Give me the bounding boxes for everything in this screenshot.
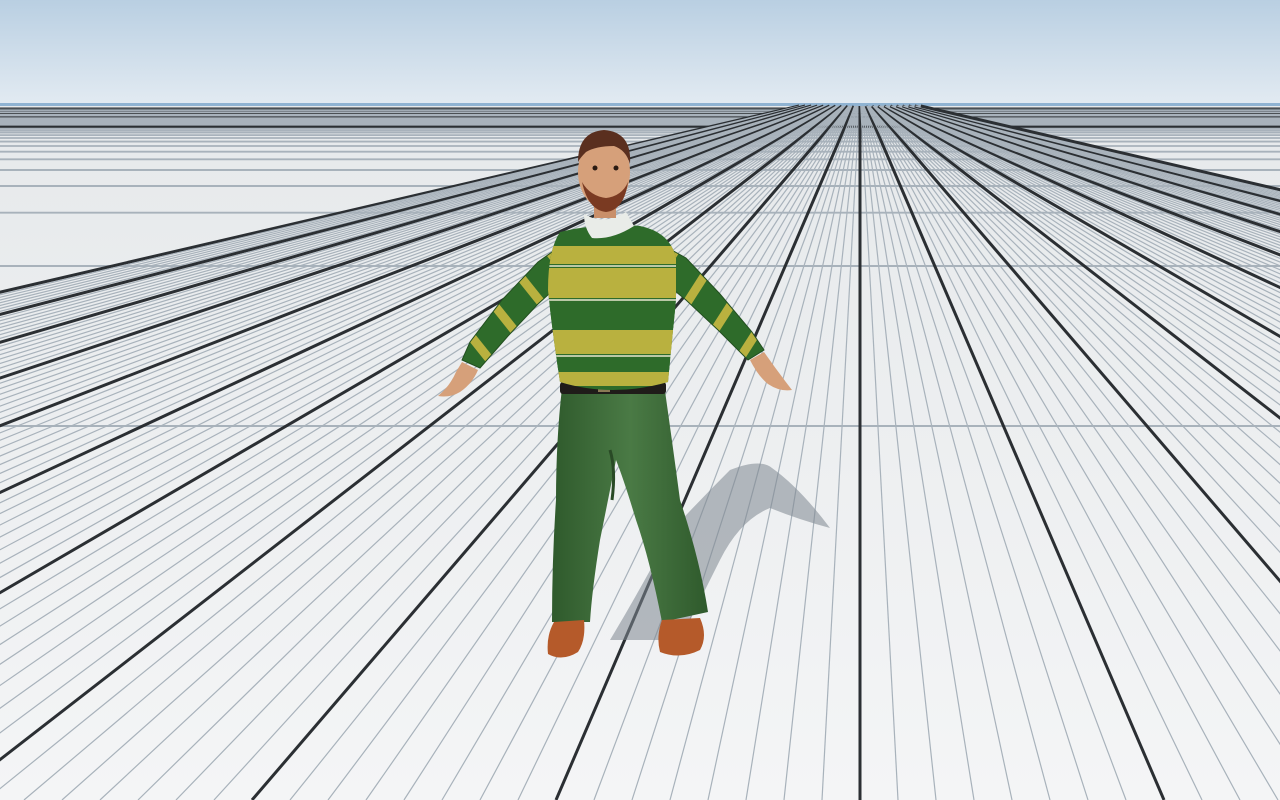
horizon-line	[0, 103, 1280, 106]
character-shirt	[548, 224, 676, 390]
sky	[0, 0, 1280, 106]
scene-canvas[interactable]	[0, 0, 1280, 800]
character-shoe-right	[658, 618, 704, 656]
game-viewport[interactable]	[0, 0, 1280, 800]
